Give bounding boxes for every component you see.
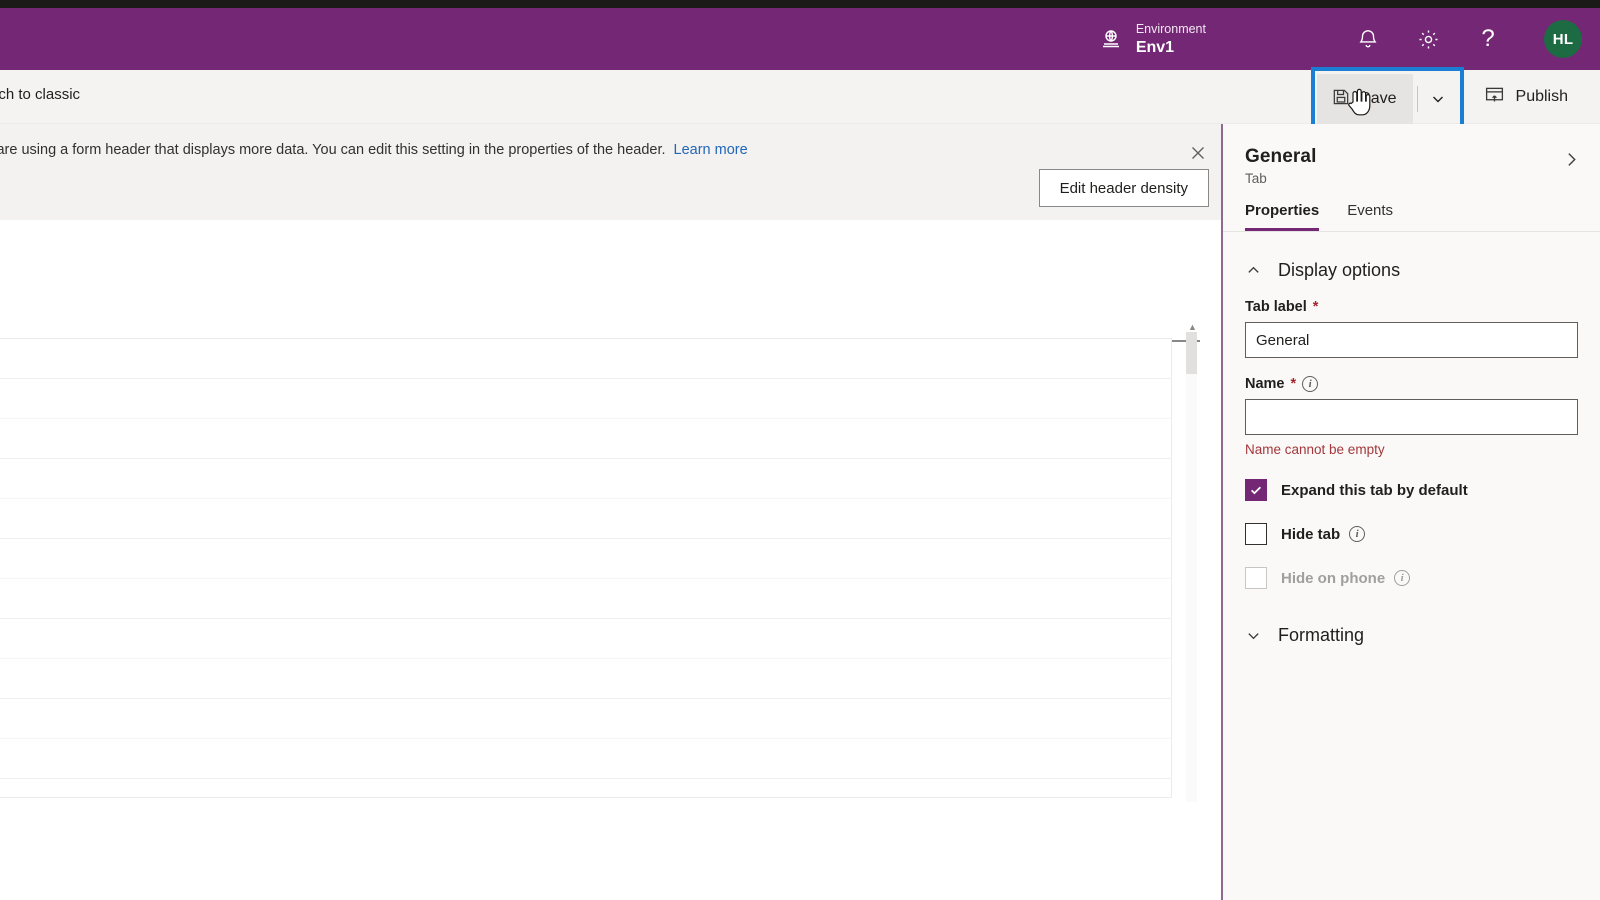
chevron-up-icon bbox=[1245, 263, 1261, 279]
switch-to-classic-link[interactable]: Switch to classic bbox=[0, 86, 80, 103]
name-input[interactable] bbox=[1245, 399, 1578, 435]
notification-bar: You are using a form header that display… bbox=[0, 124, 1223, 220]
save-button-label: Save bbox=[1360, 90, 1397, 107]
publish-window-icon bbox=[1484, 84, 1505, 110]
canvas-scrollbar[interactable]: ▲ bbox=[1186, 322, 1197, 802]
scrollbar-thumb[interactable] bbox=[1186, 332, 1197, 374]
close-icon[interactable] bbox=[1185, 140, 1211, 166]
bell-icon[interactable] bbox=[1356, 27, 1380, 51]
info-icon[interactable]: i bbox=[1349, 526, 1366, 542]
form-row[interactable] bbox=[0, 659, 1171, 699]
save-options-chevron-down-icon[interactable] bbox=[1418, 74, 1458, 124]
name-label: Name * i bbox=[1245, 376, 1578, 392]
info-icon[interactable]: i bbox=[1302, 376, 1319, 392]
avatar[interactable]: HL bbox=[1544, 20, 1582, 58]
form-row[interactable] bbox=[0, 459, 1171, 499]
checkbox-label: Expand this tab by default bbox=[1281, 482, 1468, 499]
edit-header-density-button[interactable]: Edit header density bbox=[1038, 169, 1209, 207]
form-row[interactable] bbox=[0, 619, 1171, 659]
help-glyph: ? bbox=[1481, 25, 1495, 52]
checkbox-hide-on-phone: Hide on phone i bbox=[1223, 567, 1600, 589]
checkbox-label-text: Expand this tab by default bbox=[1281, 481, 1468, 499]
environment-name: Env1 bbox=[1135, 39, 1175, 56]
command-bar: Switch to classic Save bbox=[0, 67, 1600, 131]
name-label-text: Name bbox=[1245, 376, 1285, 392]
notification-message: You are using a form header that display… bbox=[0, 142, 666, 158]
section-display-options[interactable]: Display options bbox=[1223, 232, 1600, 281]
tab-label-input[interactable] bbox=[1245, 322, 1578, 358]
checkbox-hide-tab[interactable]: Hide tab i bbox=[1223, 523, 1600, 545]
app-root: Environment Env1 ? HL ch to classic Save… bbox=[0, 0, 1600, 900]
environment-selector[interactable]: Environment Env1 bbox=[1098, 20, 1206, 58]
gear-icon[interactable] bbox=[1416, 27, 1440, 51]
publish-button[interactable]: Publish bbox=[1472, 72, 1580, 122]
checkbox-box[interactable] bbox=[1245, 479, 1267, 501]
panel-tabs: Properties Events bbox=[1223, 186, 1600, 231]
tab-properties[interactable]: Properties bbox=[1245, 202, 1320, 231]
form-design-canvas[interactable]: ▲ bbox=[0, 220, 1223, 900]
scroll-up-arrow-icon[interactable]: ▲ bbox=[1188, 322, 1197, 332]
required-asterisk: * bbox=[1290, 376, 1297, 392]
checkbox-label: Hide on phone i bbox=[1281, 569, 1411, 587]
form-row[interactable] bbox=[0, 339, 1171, 379]
required-asterisk: * bbox=[1312, 299, 1319, 315]
panel-title: General bbox=[1245, 146, 1317, 167]
field-tab-label: Tab label * bbox=[1223, 299, 1600, 358]
field-name: Name * i Name cannot be empty bbox=[1223, 376, 1600, 457]
save-button[interactable]: Save bbox=[1317, 74, 1413, 124]
form-header-card[interactable] bbox=[0, 232, 1200, 342]
properties-panel: General Tab Properties Events Display op… bbox=[1223, 124, 1600, 900]
checkbox-box bbox=[1245, 567, 1267, 589]
checkbox-label-text: Hide on phone bbox=[1281, 569, 1386, 587]
question-mark-icon[interactable]: ? bbox=[1476, 27, 1500, 51]
form-row[interactable] bbox=[0, 539, 1171, 579]
form-row[interactable] bbox=[0, 379, 1171, 419]
checkbox-box[interactable] bbox=[1245, 523, 1267, 545]
tab-label-text: Tab label bbox=[1245, 299, 1307, 315]
app-header-bar: Environment Env1 ? HL bbox=[0, 8, 1600, 70]
chevron-down-icon bbox=[1245, 628, 1261, 644]
environment-globe-icon bbox=[1098, 26, 1124, 52]
chevron-right-icon[interactable] bbox=[1556, 144, 1586, 174]
checkbox-expand-this-tab-by-default[interactable]: Expand this tab by default bbox=[1223, 479, 1600, 501]
form-row[interactable] bbox=[0, 579, 1171, 619]
tab-label-label: Tab label * bbox=[1245, 299, 1578, 315]
panel-header: General Tab bbox=[1223, 124, 1600, 186]
environment-label: Environment bbox=[1135, 22, 1206, 37]
publish-button-label: Publish bbox=[1515, 88, 1568, 105]
checkbox-label: Hide tab i bbox=[1281, 525, 1366, 543]
info-icon: i bbox=[1394, 570, 1411, 586]
form-row[interactable] bbox=[0, 419, 1171, 459]
form-body-area[interactable] bbox=[0, 338, 1172, 798]
save-button-highlight: Save bbox=[1311, 67, 1464, 131]
section-formatting[interactable]: Formatting bbox=[1223, 589, 1600, 646]
form-row[interactable] bbox=[0, 739, 1171, 779]
tab-events[interactable]: Events bbox=[1347, 202, 1393, 231]
section-display-options-title: Display options bbox=[1278, 260, 1401, 280]
panel-subtitle: Tab bbox=[1245, 171, 1267, 186]
form-row[interactable] bbox=[0, 499, 1171, 539]
checkbox-label-text: Hide tab bbox=[1281, 525, 1341, 543]
name-error-message: Name cannot be empty bbox=[1245, 442, 1385, 457]
notification-message-row: You are using a form header that display… bbox=[0, 142, 748, 158]
save-disk-icon bbox=[1331, 87, 1351, 112]
form-row[interactable] bbox=[0, 699, 1171, 739]
learn-more-link[interactable]: Learn more bbox=[674, 142, 748, 158]
section-formatting-title: Formatting bbox=[1278, 625, 1365, 645]
browser-top-strip bbox=[0, 0, 1600, 8]
